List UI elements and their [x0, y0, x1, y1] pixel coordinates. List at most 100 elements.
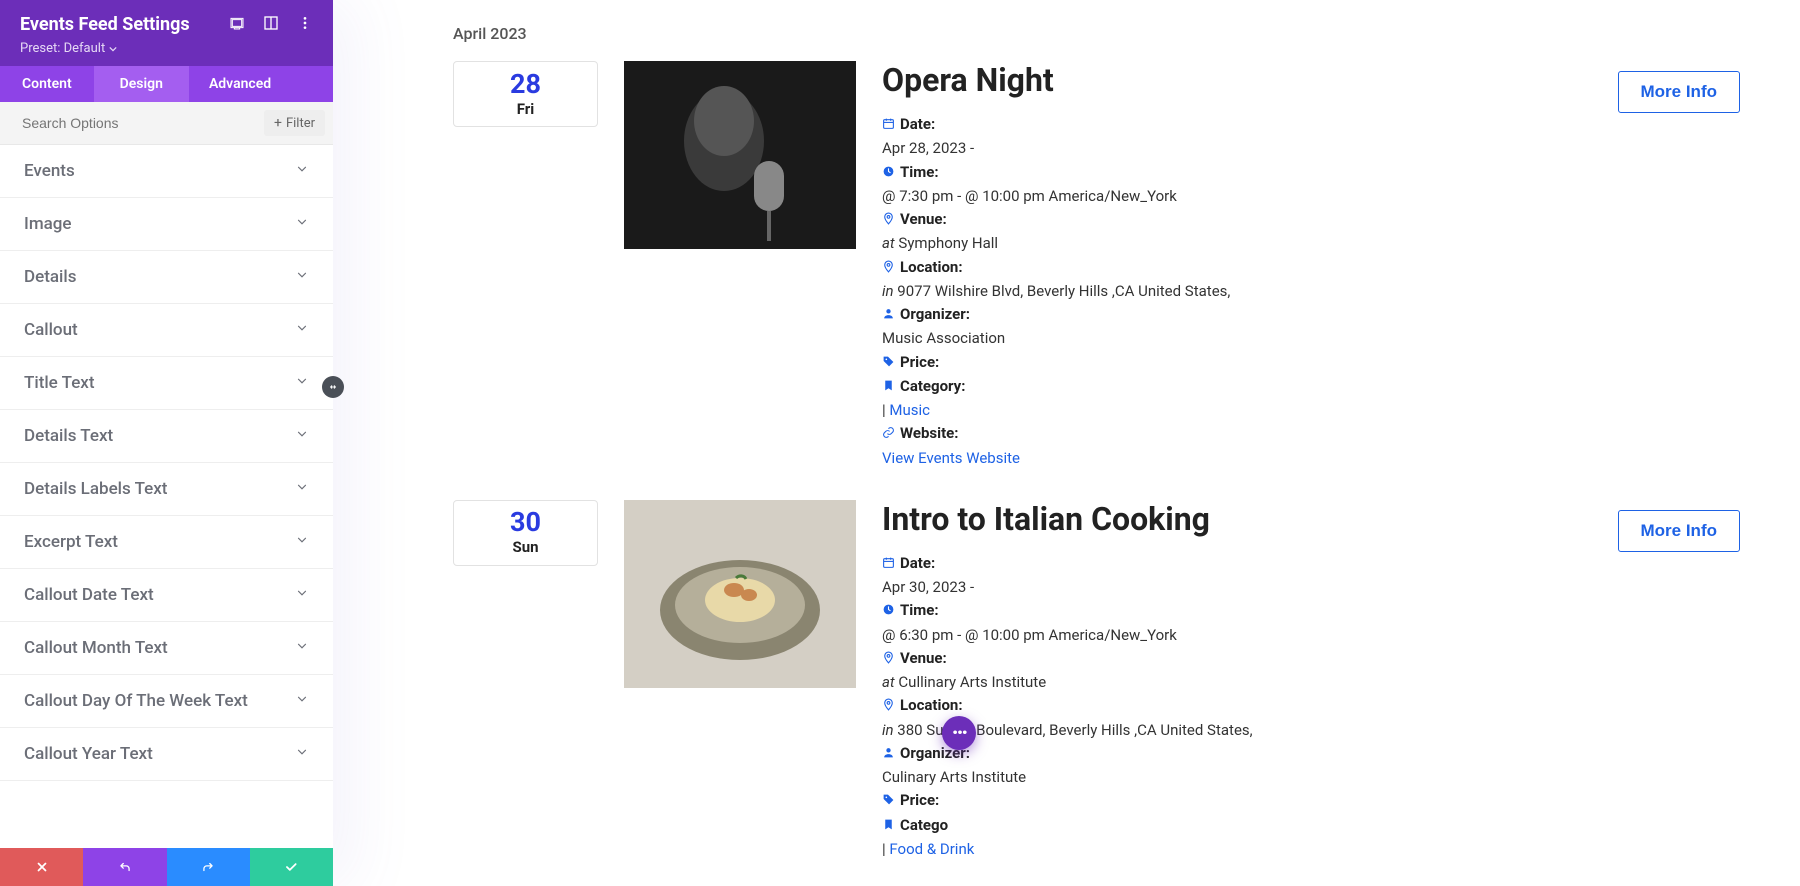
layout-icon[interactable] [263, 15, 279, 35]
venue-label: Venue: [900, 649, 947, 667]
search-bar: + Filter [0, 102, 333, 145]
calendar-icon [882, 553, 896, 576]
more-info-button[interactable]: More Info [1618, 71, 1741, 113]
tag-icon [882, 352, 896, 375]
date-number: 28 [510, 71, 541, 98]
location-label: Location: [900, 258, 963, 276]
organizer-value: Culinary Arts Institute [882, 766, 1472, 789]
plus-icon: + [274, 115, 282, 131]
chevron-down-icon [295, 373, 309, 393]
category-link[interactable]: Music [889, 401, 930, 419]
sidebar-header: Events Feed Settings Preset: Default [0, 0, 333, 66]
section-callout-date-text[interactable]: Callout Date Text [0, 569, 333, 622]
section-label: Callout Year Text [24, 744, 153, 764]
event-image [624, 500, 856, 688]
section-details[interactable]: Details [0, 251, 333, 304]
section-label: Callout Date Text [24, 585, 154, 605]
venue-label: Venue: [900, 210, 947, 228]
section-image[interactable]: Image [0, 198, 333, 251]
settings-tabs: Content Design Advanced [0, 66, 333, 102]
resize-handle[interactable] [322, 376, 344, 398]
tab-content[interactable]: Content [0, 66, 94, 102]
category-link[interactable]: Food & Drink [889, 840, 974, 858]
organizer-label: Organizer: [900, 305, 970, 323]
event-body: Intro to Italian Cooking Date: Apr 30, 202… [882, 500, 1472, 861]
section-label: Callout [24, 320, 78, 340]
section-excerpt-text[interactable]: Excerpt Text [0, 516, 333, 569]
clock-icon [882, 162, 896, 185]
date-dow: Sun [512, 538, 538, 556]
section-callout-day-of-the-week-text[interactable]: Callout Day Of The Week Text [0, 675, 333, 728]
time-value: @ 7:30 pm - @ 10:00 pm America/New_York [882, 185, 1472, 208]
date-label: Date: [900, 554, 935, 572]
date-label: Date: [900, 115, 935, 133]
chevron-down-icon [295, 320, 309, 340]
context-fab[interactable]: ··· [942, 716, 976, 750]
time-label: Time: [900, 601, 939, 619]
chevron-down-icon [295, 479, 309, 499]
website-link[interactable]: View Events Website [882, 449, 1020, 467]
section-callout[interactable]: Callout [0, 304, 333, 357]
section-label: Callout Month Text [24, 638, 168, 658]
date-value: Apr 30, 2023 - [882, 576, 1472, 599]
save-button[interactable] [250, 848, 333, 886]
section-title-text[interactable]: Title Text [0, 357, 333, 410]
chevron-down-icon [109, 45, 117, 53]
more-info-button[interactable]: More Info [1618, 510, 1741, 552]
cancel-button[interactable] [0, 848, 83, 886]
event-card: 30SunIntro to Italian CookingDate:Apr 30… [453, 500, 1740, 861]
more-icon[interactable] [297, 15, 313, 35]
section-label: Excerpt Text [24, 532, 118, 552]
category-value: | Music [882, 399, 1472, 422]
section-details-text[interactable]: Details Text [0, 410, 333, 463]
section-label: Details Text [24, 426, 113, 446]
chevron-down-icon [295, 638, 309, 658]
section-label: Image [24, 214, 72, 234]
chevron-down-icon [295, 161, 309, 181]
category-label: Catego [900, 816, 948, 834]
venue-value: at Cullinary Arts Institute [882, 671, 1472, 694]
section-callout-month-text[interactable]: Callout Month Text [0, 622, 333, 675]
section-callout-year-text[interactable]: Callout Year Text [0, 728, 333, 781]
bookmark-icon [882, 815, 896, 838]
date-tile: 28Fri [453, 61, 598, 127]
tab-design[interactable]: Design [94, 66, 189, 102]
filter-button[interactable]: + Filter [264, 110, 325, 136]
location-value: in 9077 Wilshire Blvd, Beverly Hills ,CA… [882, 280, 1472, 303]
responsive-icon[interactable] [229, 15, 245, 35]
settings-sidebar: Events Feed Settings Preset: Default Con… [0, 0, 333, 886]
organizer-value: Music Association [882, 327, 1472, 350]
event-image [624, 61, 856, 249]
section-events[interactable]: Events [0, 145, 333, 198]
venue-value: at Symphony Hall [882, 232, 1472, 255]
preset-selector[interactable]: Preset: Default [20, 41, 313, 56]
pin-icon [882, 648, 896, 671]
section-label: Details [24, 267, 76, 287]
chevron-down-icon [295, 214, 309, 234]
price-label: Price: [900, 353, 939, 371]
category-label: Category: [900, 377, 965, 395]
date-value: Apr 28, 2023 - [882, 137, 1472, 160]
section-details-labels-text[interactable]: Details Labels Text [0, 463, 333, 516]
user-icon [882, 304, 896, 327]
link-icon [882, 423, 896, 446]
website-label: Website: [900, 424, 959, 442]
search-input[interactable] [22, 115, 264, 131]
chevron-down-icon [295, 744, 309, 764]
redo-button[interactable] [167, 848, 250, 886]
undo-button[interactable] [83, 848, 166, 886]
section-label: Events [24, 161, 75, 181]
time-value: @ 6:30 pm - @ 10:00 pm America/New_York [882, 624, 1472, 647]
calendar-icon [882, 114, 896, 137]
preview-area: April 2023 28Fri Opera Night Date: Apr 28, … [333, 0, 1800, 886]
pin-icon [882, 209, 896, 232]
event-title: Intro to Italian Cooking [882, 500, 1472, 538]
month-header: April 2023 [453, 24, 1740, 43]
resize-icon [327, 381, 339, 393]
clock-icon [882, 600, 896, 623]
chevron-down-icon [295, 532, 309, 552]
event-title: Opera Night [882, 61, 1472, 99]
tab-advanced[interactable]: Advanced [189, 66, 291, 102]
section-label: Title Text [24, 373, 95, 393]
section-label: Callout Day Of The Week Text [24, 691, 248, 711]
